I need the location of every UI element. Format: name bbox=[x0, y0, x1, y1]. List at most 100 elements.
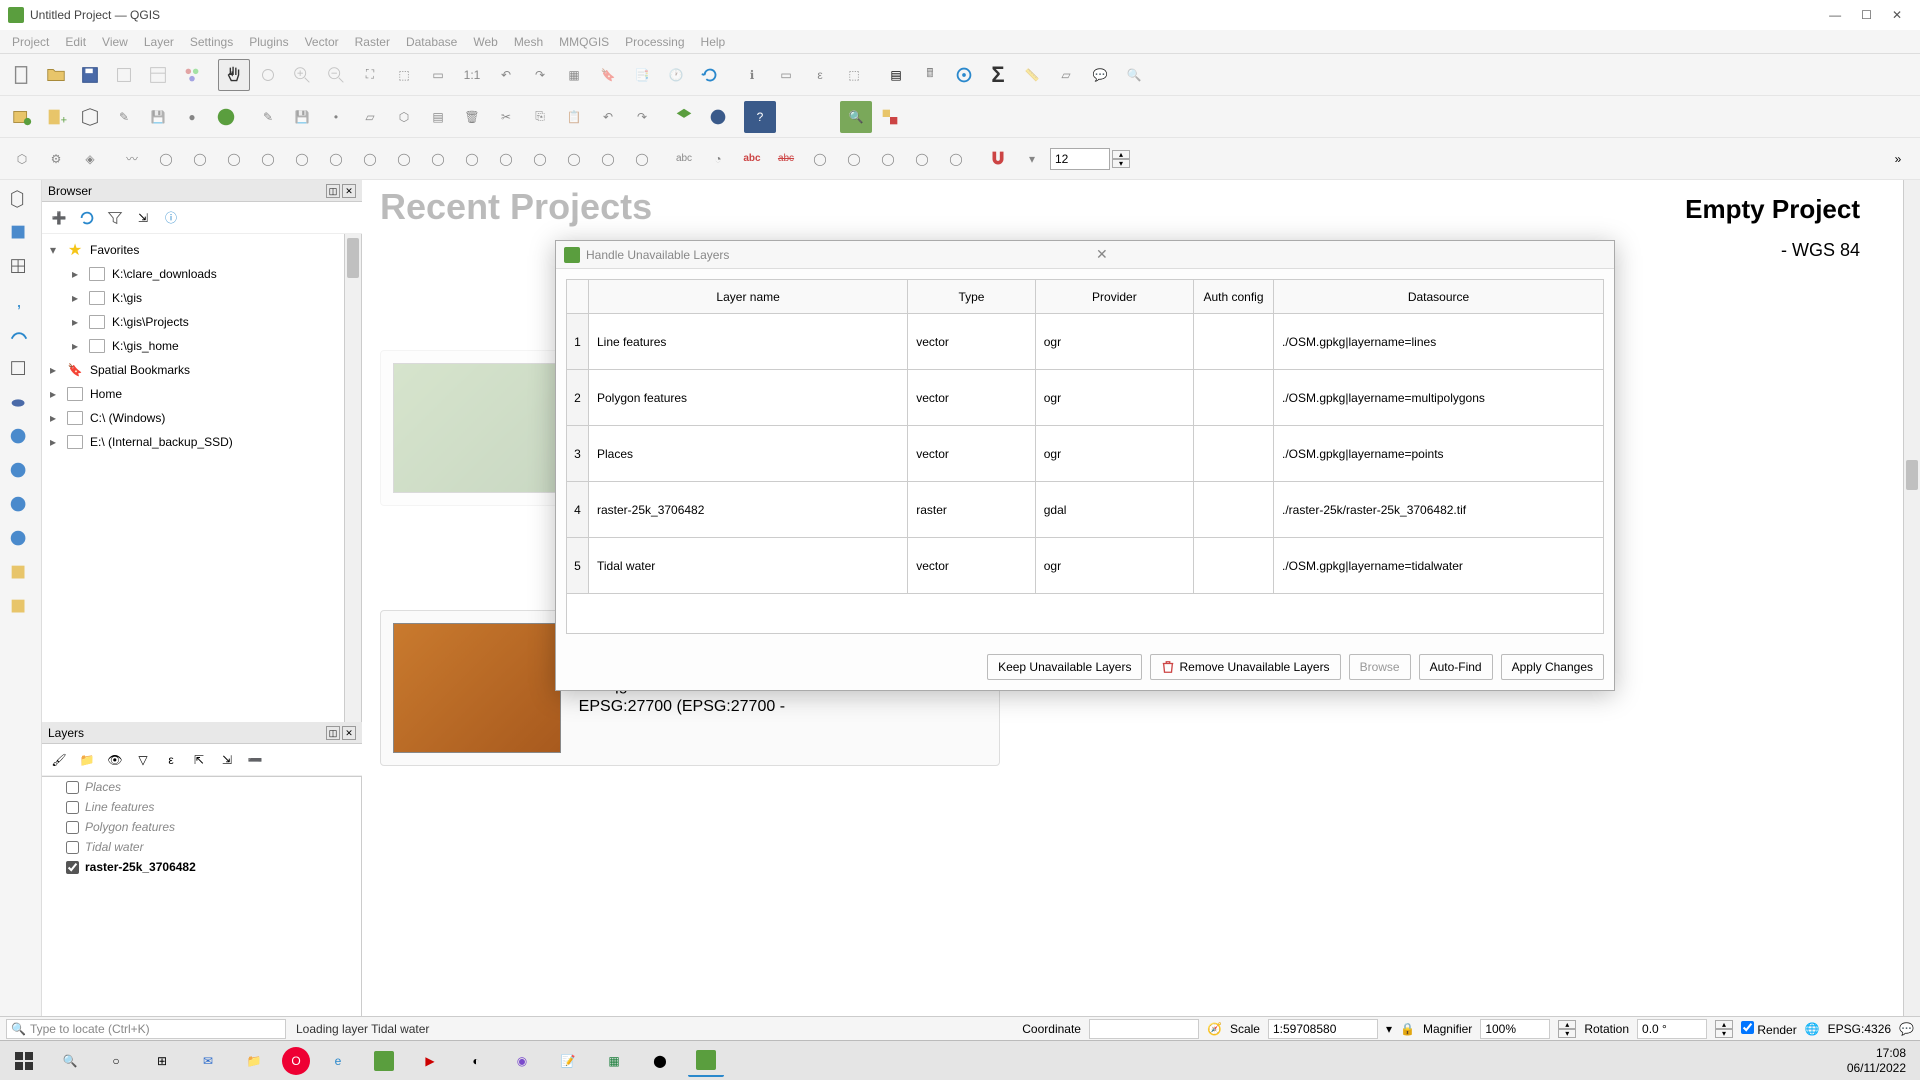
layers-visibility-button[interactable]: 👁 bbox=[104, 749, 126, 771]
taskbar-taskview-button[interactable]: ⊞ bbox=[144, 1045, 180, 1077]
layer-checkbox[interactable] bbox=[66, 781, 79, 794]
zoom-full-button[interactable]: ⛶ bbox=[354, 59, 386, 91]
zoom-last-button[interactable]: ↶ bbox=[490, 59, 522, 91]
menu-view[interactable]: View bbox=[96, 33, 134, 51]
add-xyz-button[interactable] bbox=[2, 456, 36, 486]
col-auth[interactable]: Auth config bbox=[1194, 280, 1274, 314]
remove-unavailable-button[interactable]: Remove Unavailable Layers bbox=[1150, 654, 1340, 680]
zoom-in-button[interactable] bbox=[286, 59, 318, 91]
taskbar-search-button[interactable]: 🔍 bbox=[52, 1045, 88, 1077]
digitize-10-button[interactable]: ◯ bbox=[456, 143, 488, 175]
add-spatialite-button[interactable] bbox=[2, 320, 36, 350]
digitize-7-button[interactable]: ◯ bbox=[354, 143, 386, 175]
taskbar-clock[interactable]: 17:08 06/11/2022 bbox=[1847, 1046, 1914, 1075]
browser-props-button[interactable]: ⓘ bbox=[160, 207, 182, 229]
data-source-manager-button[interactable] bbox=[6, 101, 38, 133]
home-node[interactable]: Home bbox=[90, 387, 122, 401]
digitize-1-button[interactable]: ◯ bbox=[150, 143, 182, 175]
auto-find-button[interactable]: Auto-Find bbox=[1419, 654, 1493, 680]
layers-filter-button[interactable]: ▽ bbox=[132, 749, 154, 771]
menu-raster[interactable]: Raster bbox=[349, 33, 396, 51]
browser-item[interactable]: K:\gis bbox=[112, 291, 142, 305]
keep-unavailable-button[interactable]: Keep Unavailable Layers bbox=[987, 654, 1142, 680]
modify-attrs-button[interactable]: ▤ bbox=[422, 101, 454, 133]
layer-checkbox[interactable] bbox=[66, 841, 79, 854]
taskbar-explorer-button[interactable]: 📁 bbox=[236, 1045, 272, 1077]
table-row[interactable]: 5Tidal watervectorogr./OSM.gpkg|layernam… bbox=[567, 538, 1604, 594]
browser-scrollbar[interactable] bbox=[344, 234, 361, 722]
apply-changes-button[interactable]: Apply Changes bbox=[1501, 654, 1604, 680]
col-type[interactable]: Type bbox=[908, 280, 1035, 314]
menu-help[interactable]: Help bbox=[695, 33, 732, 51]
magnifier-spinner[interactable]: ▴▾ bbox=[1558, 1020, 1576, 1038]
messages-icon[interactable]: 💬 bbox=[1899, 1022, 1914, 1036]
statistics-button[interactable]: Σ bbox=[982, 59, 1014, 91]
col-provider[interactable]: Provider bbox=[1035, 280, 1193, 314]
help-button[interactable]: ? bbox=[744, 101, 776, 133]
undo-button[interactable]: ↶ bbox=[592, 101, 624, 133]
crs-icon[interactable]: 🌐 bbox=[1805, 1022, 1820, 1036]
browser-refresh-button[interactable] bbox=[76, 207, 98, 229]
taskbar-youtube-button[interactable]: ▶ bbox=[412, 1045, 448, 1077]
browser-panel-close-button[interactable]: ✕ bbox=[342, 184, 356, 198]
menu-mesh[interactable]: Mesh bbox=[508, 33, 549, 51]
layer-name[interactable]: Tidal water bbox=[85, 840, 144, 854]
table-row[interactable]: 1Line featuresvectorogr./OSM.gpkg|layern… bbox=[567, 314, 1604, 370]
edit-save-button[interactable]: 💾 bbox=[286, 101, 318, 133]
digitize-2-button[interactable]: ◯ bbox=[184, 143, 216, 175]
plugin-pencil-button[interactable] bbox=[874, 101, 906, 133]
digitize-4-button[interactable]: ◯ bbox=[252, 143, 284, 175]
layer-name[interactable]: Line features bbox=[85, 800, 154, 814]
layers-add-group-button[interactable]: 📁 bbox=[76, 749, 98, 771]
magnifier-input[interactable] bbox=[1480, 1019, 1550, 1039]
magnet-button[interactable] bbox=[982, 143, 1014, 175]
menu-project[interactable]: Project bbox=[6, 33, 55, 51]
col-layer-name[interactable]: Layer name bbox=[589, 280, 908, 314]
paste-button[interactable]: 📋 bbox=[558, 101, 590, 133]
taskbar-app1-button[interactable]: ◐ bbox=[458, 1045, 494, 1077]
new-shapefile-button[interactable] bbox=[74, 101, 106, 133]
menu-mmqgis[interactable]: MMQGIS bbox=[553, 33, 615, 51]
menu-web[interactable]: Web bbox=[467, 33, 503, 51]
show-bookmarks-button[interactable]: 📑 bbox=[626, 59, 658, 91]
layers-expand-button[interactable]: ⇱ bbox=[188, 749, 210, 771]
dialog-close-button[interactable]: ✕ bbox=[1096, 246, 1606, 263]
identify-button[interactable]: ℹ bbox=[736, 59, 768, 91]
taskbar-outlook-button[interactable]: ✉ bbox=[190, 1045, 226, 1077]
label-abc-red-button[interactable]: abc bbox=[736, 143, 768, 175]
browser-filter-button[interactable] bbox=[104, 207, 126, 229]
menu-edit[interactable]: Edit bbox=[59, 33, 92, 51]
menu-processing[interactable]: Processing bbox=[619, 33, 690, 51]
scale-dropdown-icon[interactable]: ▾ bbox=[1386, 1022, 1392, 1036]
refresh-button[interactable] bbox=[694, 59, 726, 91]
layers-tree[interactable]: Places Line features Polygon features Ti… bbox=[42, 776, 362, 1016]
digitize-3-button[interactable]: ◯ bbox=[218, 143, 250, 175]
browser-tree[interactable]: ▾★Favorites ▸K:\clare_downloads ▸K:\gis … bbox=[42, 234, 361, 458]
snap-dropdown-button[interactable]: ▾ bbox=[1016, 143, 1048, 175]
snap-tolerance-spinner[interactable]: ▴▾ bbox=[1112, 150, 1130, 168]
digitize-15-button[interactable]: ◯ bbox=[626, 143, 658, 175]
globe-button[interactable] bbox=[702, 101, 734, 133]
deselect-button[interactable]: ⬚ bbox=[838, 59, 870, 91]
close-button[interactable]: ✕ bbox=[1892, 8, 1902, 22]
vertex-tool-button[interactable]: ⬡ bbox=[388, 101, 420, 133]
digitize-13-button[interactable]: ◯ bbox=[558, 143, 590, 175]
label-tool-5-button[interactable]: ◯ bbox=[940, 143, 972, 175]
toggle-editing-button[interactable]: ✎ bbox=[108, 101, 140, 133]
digitize-11-button[interactable]: ◯ bbox=[490, 143, 522, 175]
taskbar-opera-button[interactable]: O bbox=[282, 1047, 310, 1075]
pan-selection-button[interactable] bbox=[252, 59, 284, 91]
save-edits-button[interactable]: 💾 bbox=[142, 101, 174, 133]
add-wfs-button[interactable] bbox=[2, 524, 36, 554]
zoom-out-button[interactable] bbox=[320, 59, 352, 91]
plugin-search-button[interactable]: 🔍 bbox=[840, 101, 872, 133]
add-vector-button[interactable] bbox=[2, 184, 36, 214]
layers-style-button[interactable]: 🖌 bbox=[48, 749, 70, 771]
rotation-input[interactable] bbox=[1637, 1019, 1707, 1039]
add-point-button[interactable]: • bbox=[320, 101, 352, 133]
browser-item[interactable]: K:\clare_downloads bbox=[112, 267, 217, 281]
label-abc-strike-button[interactable]: abc bbox=[770, 143, 802, 175]
snap-tolerance-input[interactable] bbox=[1050, 148, 1110, 170]
browser-item[interactable]: K:\gis_home bbox=[112, 339, 179, 353]
unavailable-layers-table[interactable]: Layer name Type Provider Auth config Dat… bbox=[566, 279, 1604, 594]
